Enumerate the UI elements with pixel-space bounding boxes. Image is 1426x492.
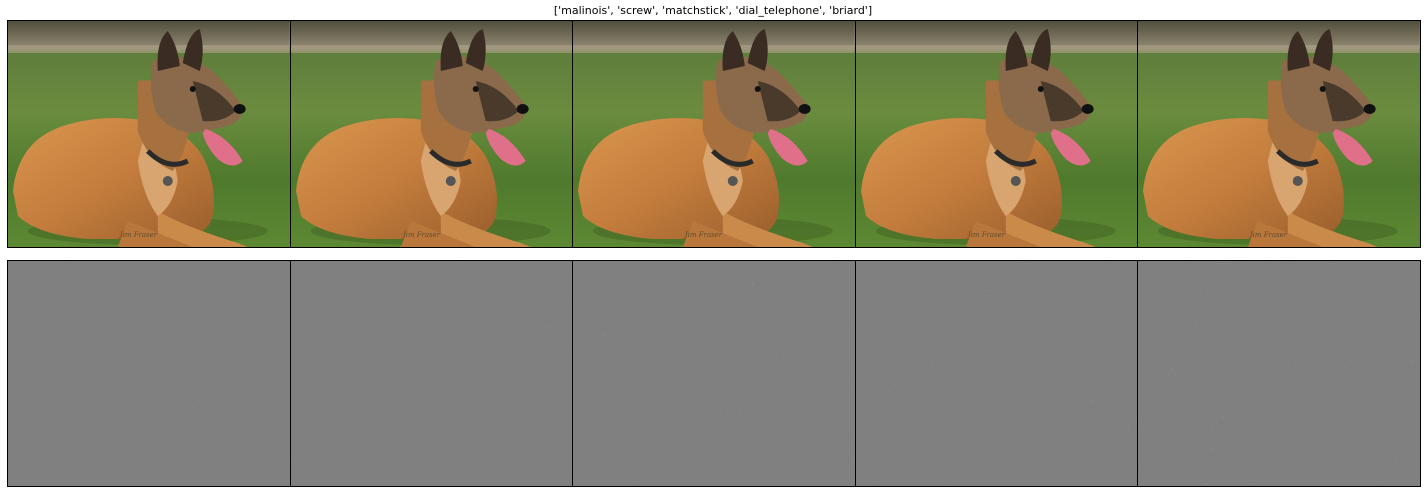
- noise-panel: [289, 261, 573, 486]
- svg-text:Jim Fraser: Jim Fraser: [966, 231, 1006, 239]
- dog-illustration: Jim Fraser: [573, 21, 855, 247]
- svg-text:Jim Fraser: Jim Fraser: [683, 231, 723, 239]
- noise-panel: [854, 261, 1138, 486]
- dog-photo-panel: Jim Fraser: [572, 21, 855, 247]
- svg-text:Jim Fraser: Jim Fraser: [400, 231, 440, 239]
- noise-panel: [1137, 261, 1420, 486]
- dog-illustration: Jim Fraser: [855, 21, 1138, 247]
- noise-pattern: [10, 261, 287, 483]
- noise-pattern: [855, 261, 1138, 486]
- svg-text:Jim Fraser: Jim Fraser: [1248, 231, 1288, 239]
- dog-illustration: Jim Fraser: [1138, 21, 1420, 247]
- original-images-row: Jim Fraser Jim Fraser Jim Fraser Jim Fra…: [7, 20, 1421, 248]
- dog-illustration: Jim Fraser: [290, 21, 573, 247]
- dog-photo-panel: Jim Fraser: [854, 21, 1138, 247]
- noise-pattern: [291, 261, 572, 486]
- dog-photo-panel: Jim Fraser: [1137, 21, 1420, 247]
- noise-pattern: [1138, 261, 1420, 486]
- noise-panel: [572, 261, 855, 486]
- figure-title: ['malinois', 'screw', 'matchstick', 'dia…: [553, 4, 873, 17]
- dog-photo-panel: Jim Fraser: [8, 21, 290, 247]
- dog-photo-panel: Jim Fraser: [289, 21, 573, 247]
- noise-panel: [8, 261, 290, 486]
- perturbation-row: [7, 260, 1421, 487]
- noise-pattern: [573, 261, 855, 486]
- dog-illustration: Jim Fraser: [8, 21, 290, 247]
- svg-text:Jim Fraser: Jim Fraser: [118, 231, 158, 239]
